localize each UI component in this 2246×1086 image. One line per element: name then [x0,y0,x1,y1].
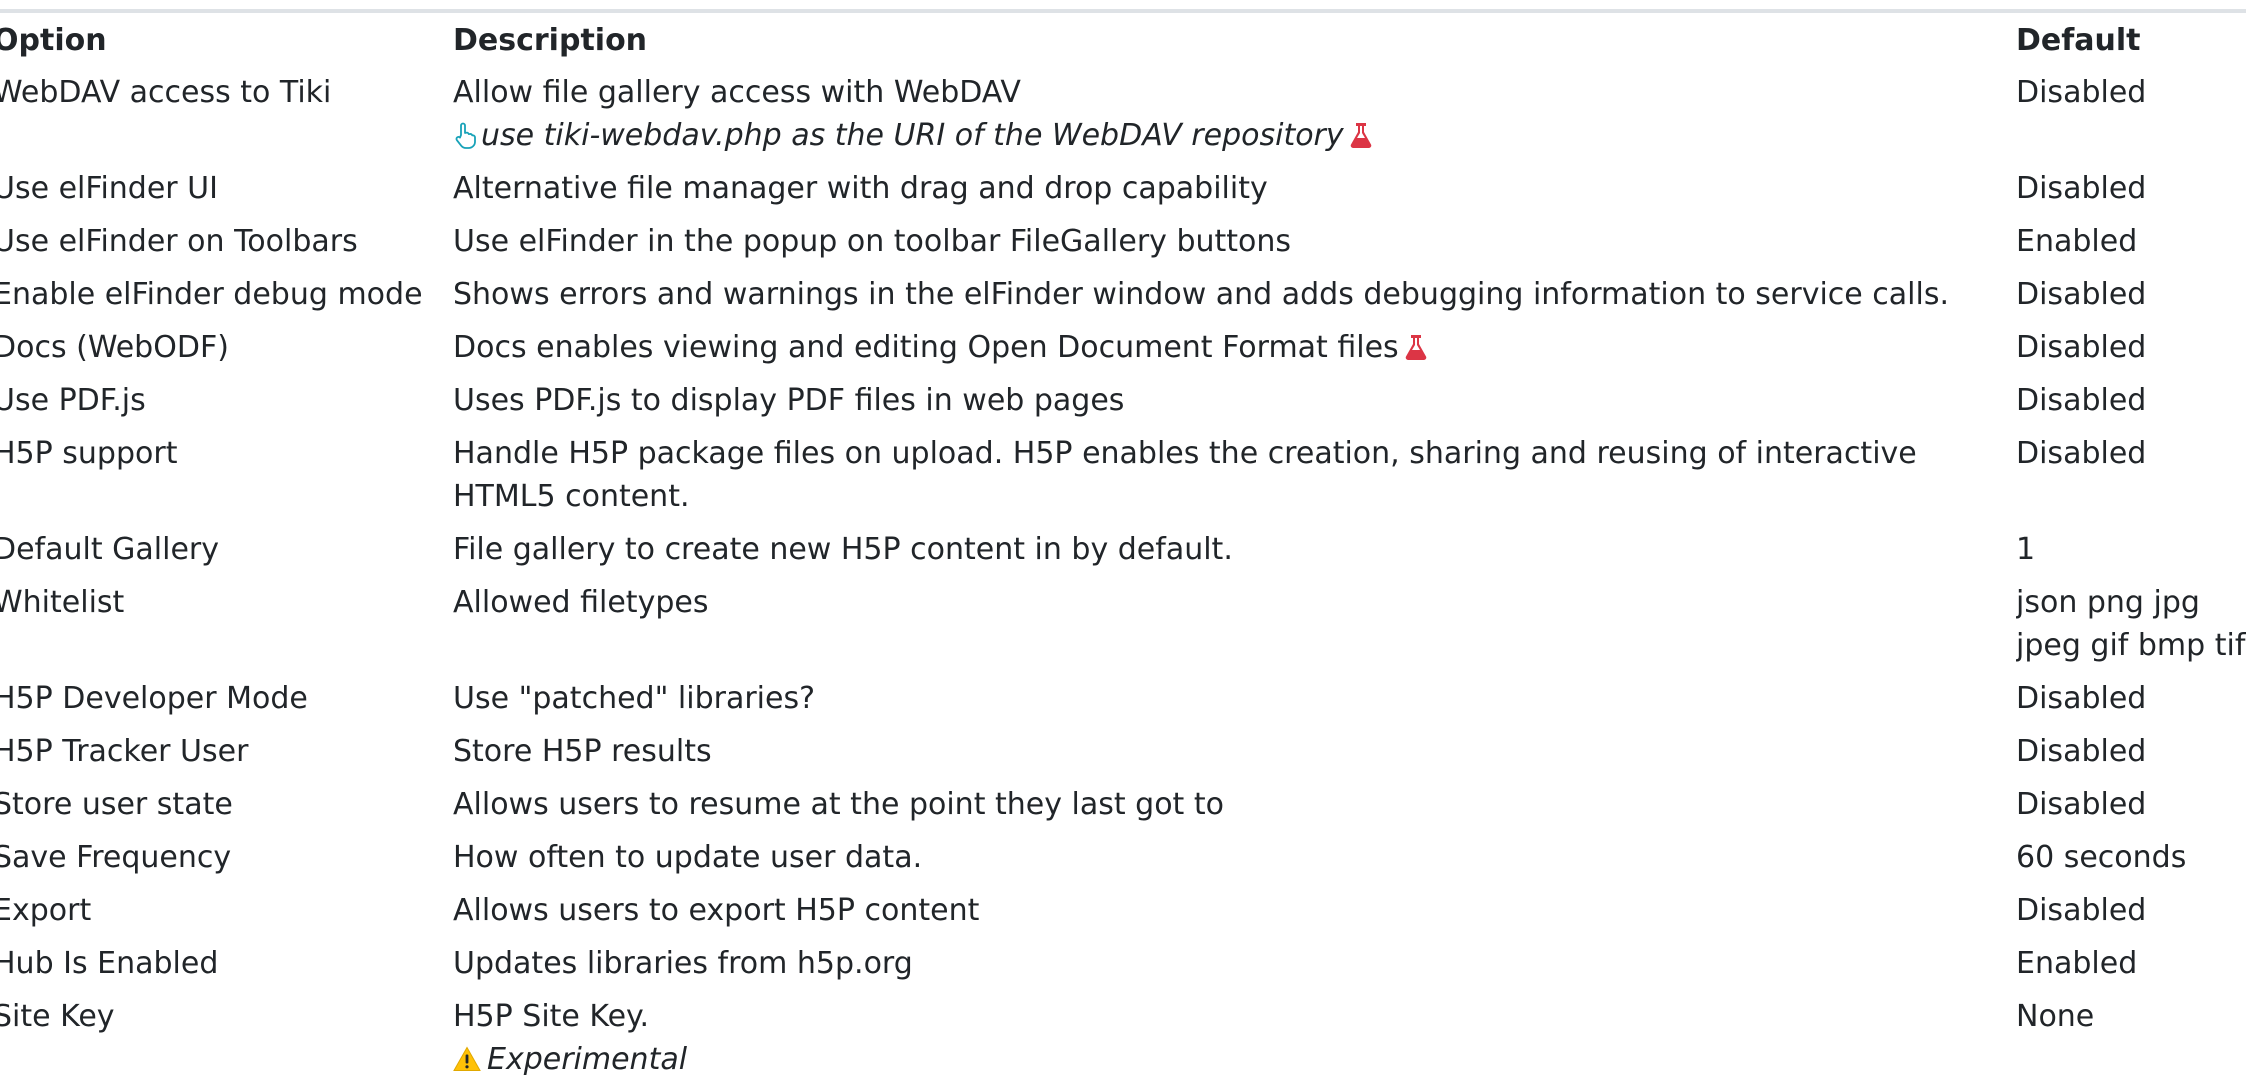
description-text: Allow file gallery access with WebDAV [453,75,1021,110]
option-name: Export [0,893,92,928]
table-row: Use elFinder UI Alternative file manager… [0,162,2246,215]
option-default: 60 seconds [2016,840,2187,875]
option-name: Use PDF.js [0,383,146,418]
option-description: Updates libraries from h5p.org [453,946,913,981]
table-row: Hub Is Enabled Updates libraries from h5… [0,937,2246,990]
option-description: Use elFinder in the popup on toolbar Fil… [453,224,1292,259]
table-row: Save Frequency How often to update user … [0,831,2246,884]
flask-icon [1405,335,1426,360]
table-row: H5P Developer Mode Use "patched" librari… [0,672,2246,725]
experimental-label: Experimental [487,1042,688,1077]
flask-icon [1350,123,1371,148]
table-row: Use PDF.js Uses PDF.js to display PDF fi… [0,374,2246,427]
table-row: Enable elFinder debug mode Shows errors … [0,268,2246,321]
option-default: Disabled [2016,681,2147,716]
option-description: How often to update user data. [453,840,923,875]
pointing-hand-icon [455,122,476,149]
table-row: Site Key H5P Site Key. Experimental None [0,990,2246,1086]
option-description: Allowed filetypes [453,585,709,620]
header-option: Option [0,22,107,58]
option-description: Docs enables viewing and editing Open Do… [453,321,2016,374]
header-description: Description [453,22,648,58]
hint-text: use tiki-webdav.php as the URI of the We… [453,114,2016,157]
option-default: Disabled [2016,277,2147,312]
option-name: Default Gallery [0,532,219,567]
option-name: Docs (WebODF) [0,330,229,365]
option-name: WebDAV access to Tiki [0,75,332,110]
option-default: Disabled [2016,171,2147,206]
option-name: Use elFinder UI [0,171,218,206]
table-row: H5P Tracker User Store H5P results Disab… [0,725,2246,778]
option-default: None [2016,999,2095,1034]
table-row: Default Gallery File gallery to create n… [0,523,2246,576]
option-default: json png jpg jpeg gif bmp tif [2016,576,2246,672]
option-default: Disabled [2016,436,2147,471]
option-default: Enabled [2016,946,2138,981]
table-row: Whitelist Allowed filetypes json png jpg… [0,576,2246,672]
table-row: Store user state Allows users to resume … [0,778,2246,831]
option-description: Uses PDF.js to display PDF files in web … [453,383,1125,418]
option-default: Disabled [2016,893,2147,928]
table-row: Use elFinder on Toolbars Use elFinder in… [0,215,2246,268]
option-default: Disabled [2016,383,2147,418]
table-row: WebDAV access to Tiki Allow file gallery… [0,66,2246,162]
option-name: H5P Tracker User [0,734,249,769]
option-default: Disabled [2016,75,2147,110]
header-default: Default [2016,22,2141,58]
table-row: Export Allows users to export H5P conten… [0,884,2246,937]
option-name: H5P Developer Mode [0,681,308,716]
default-value-truncated: json png jpg jpeg gif bmp tif [2016,585,2246,663]
option-name: Whitelist [0,585,125,620]
option-description: H5P Site Key. Experimental [453,990,2016,1086]
option-default: Enabled [2016,224,2138,259]
option-description: Store H5P results [453,734,712,769]
option-name: Use elFinder on Toolbars [0,224,358,259]
option-description: Alternative file manager with drag and d… [453,171,1268,206]
option-default: 1 [2016,532,2036,567]
option-name: Save Frequency [0,840,232,875]
option-description: Allow file gallery access with WebDAV us… [453,66,2016,162]
option-name: Site Key [0,999,115,1034]
table-row: H5P support Handle H5P package files on … [0,427,2246,523]
table-top-border [0,9,2246,13]
option-name: Store user state [0,787,233,822]
option-default: Disabled [2016,734,2147,769]
option-default: Disabled [2016,330,2147,365]
option-description: Shows errors and warnings in the elFinde… [453,277,1950,312]
option-name: H5P support [0,436,178,471]
option-name: Hub Is Enabled [0,946,219,981]
table-header-row: Option Description Default [0,14,2246,66]
preferences-table: Option Description Default WebDAV access… [0,14,2246,1086]
experimental-note: Experimental [453,1038,2016,1081]
option-description: Handle H5P package files on upload. H5P … [453,436,1917,514]
hint-label: use tiki-webdav.php as the URI of the We… [481,118,1344,153]
description-text: H5P Site Key. [453,999,650,1034]
option-default: Disabled [2016,787,2147,822]
option-name: Enable elFinder debug mode [0,277,423,312]
option-description: File gallery to create new H5P content i… [453,532,1233,567]
option-description: Allows users to export H5P content [453,893,980,928]
table-row: Docs (WebODF) Docs enables viewing and e… [0,321,2246,374]
description-text: Docs enables viewing and editing Open Do… [453,330,1399,365]
option-description: Allows users to resume at the point they… [453,787,1224,822]
option-description: Use "patched" libraries? [453,681,816,716]
warning-icon [453,1046,481,1071]
